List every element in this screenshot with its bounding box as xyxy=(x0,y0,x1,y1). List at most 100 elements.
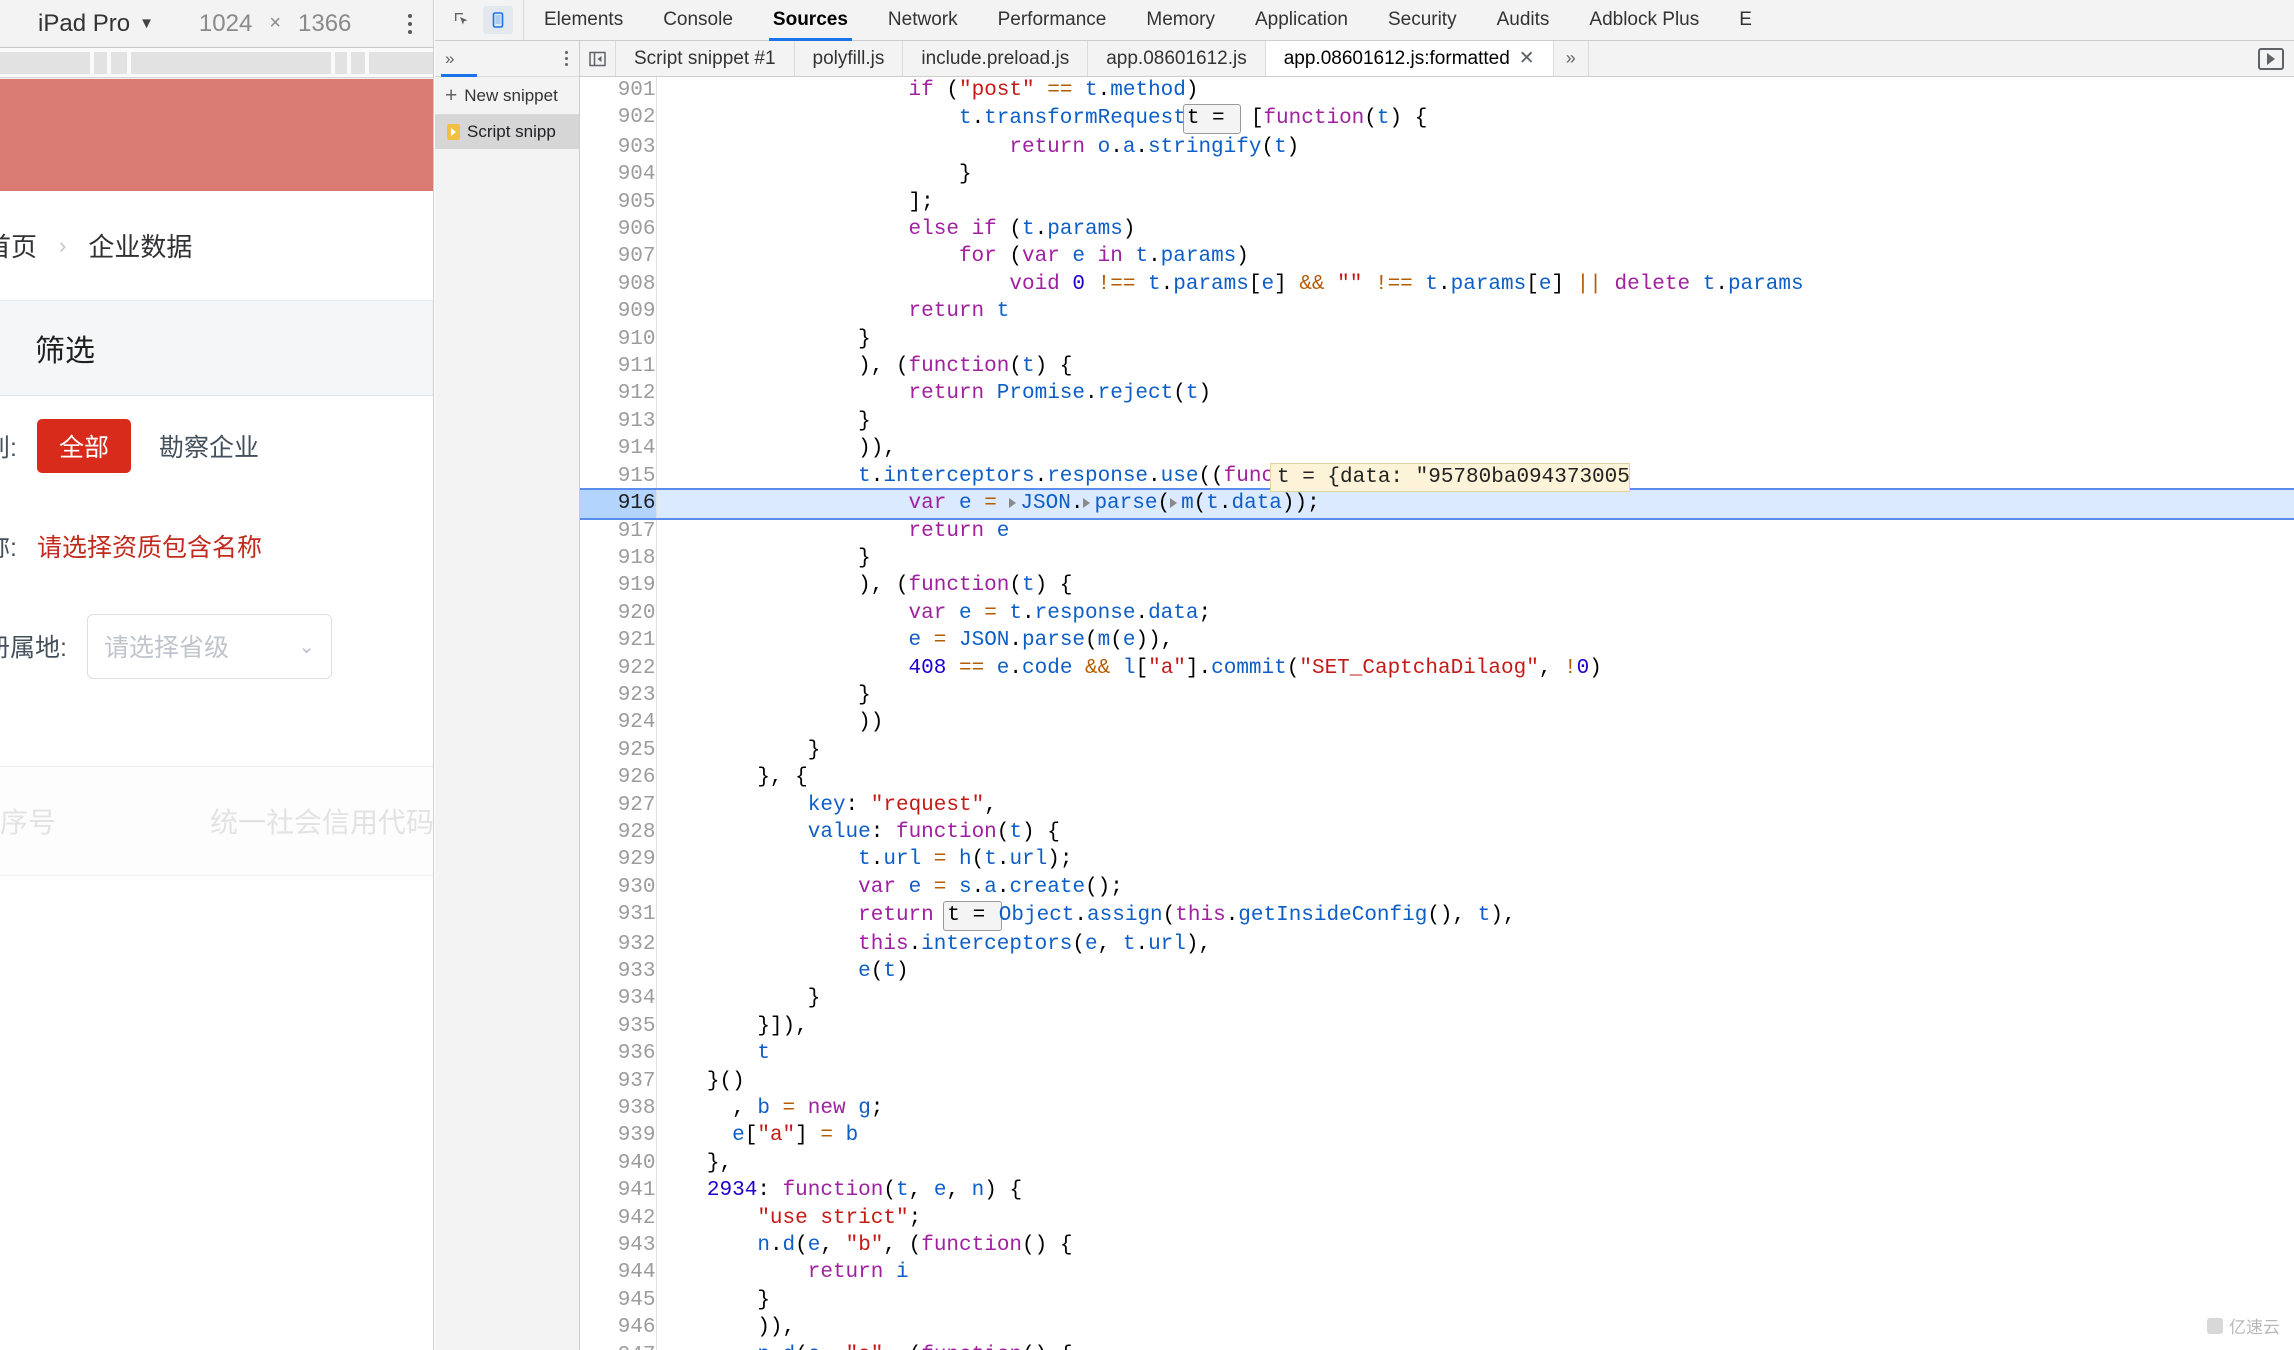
code-line[interactable]: 946 )), xyxy=(580,1314,2294,1342)
code-line[interactable]: 911 ), (function(t) { xyxy=(580,353,2294,381)
line-source[interactable]: )) xyxy=(656,709,2294,736)
code-editor[interactable]: 901 if ("post" == t.method) 902 t.transfo… xyxy=(580,77,2294,1350)
line-source[interactable]: var e = s.a.create(); xyxy=(656,874,2294,901)
code-line[interactable]: 919 ), (function(t) { xyxy=(580,572,2294,600)
line-number[interactable]: 916 xyxy=(580,490,657,518)
line-source[interactable]: var e = JSON. parse(m(t.data)); xyxy=(656,490,2294,518)
code-line[interactable]: 924 )) xyxy=(580,709,2294,737)
code-line[interactable]: 933 e(t) xyxy=(580,958,2294,986)
line-number[interactable]: 934 xyxy=(580,985,657,1013)
line-number[interactable]: 936 xyxy=(580,1040,657,1068)
line-source[interactable]: ), (function(t) { xyxy=(656,353,2294,380)
device-more-options-icon[interactable] xyxy=(404,10,416,38)
expand-object-icon[interactable] xyxy=(1170,497,1178,508)
line-number[interactable]: 915 xyxy=(580,462,657,491)
code-line[interactable]: 939 e["a"] = b xyxy=(580,1122,2294,1150)
breadcrumb-home[interactable]: 首页 xyxy=(0,227,37,264)
line-source[interactable]: } xyxy=(656,682,2294,709)
tab-audits[interactable]: Audits xyxy=(1477,0,1570,40)
code-line[interactable]: 935 }]), xyxy=(580,1012,2294,1041)
line-source[interactable]: n.d(e, "b", (function() { xyxy=(656,1232,2294,1259)
file-tab-polyfill[interactable]: polyfill.js xyxy=(795,41,904,76)
code-line[interactable]: 934 } xyxy=(580,985,2294,1013)
line-number[interactable]: 941 xyxy=(580,1177,657,1205)
code-line[interactable]: 923 } xyxy=(580,681,2294,710)
line-number[interactable]: 937 xyxy=(580,1067,657,1096)
line-number[interactable]: 945 xyxy=(580,1286,657,1315)
line-number[interactable]: 929 xyxy=(580,846,657,874)
code-line[interactable]: 925 } xyxy=(580,736,2294,765)
line-number[interactable]: 908 xyxy=(580,270,657,299)
code-line[interactable]: 945 } xyxy=(580,1286,2294,1315)
code-line[interactable]: 922 408 == e.code && l["a"].commit("SET_… xyxy=(580,654,2294,682)
line-number[interactable]: 918 xyxy=(580,544,657,573)
code-line[interactable]: 944 return i xyxy=(580,1259,2294,1287)
tab-performance[interactable]: Performance xyxy=(978,0,1127,40)
line-number[interactable]: 933 xyxy=(580,958,657,986)
navigator-more-options-icon[interactable] xyxy=(562,48,571,69)
line-number[interactable]: 901 xyxy=(580,77,657,105)
line-number[interactable]: 903 xyxy=(580,133,657,162)
expand-object-icon[interactable] xyxy=(1083,497,1091,508)
line-number[interactable]: 928 xyxy=(580,818,657,847)
code-line[interactable]: 938 , b = new g; xyxy=(580,1095,2294,1123)
line-source[interactable]: return o.a.stringify(t) xyxy=(656,134,2294,161)
code-line[interactable]: 936 t xyxy=(580,1040,2294,1068)
line-source[interactable]: )), xyxy=(656,1314,2294,1341)
line-number[interactable]: 905 xyxy=(580,188,657,217)
line-source[interactable]: }, { xyxy=(656,764,2294,791)
code-line[interactable]: 903 return o.a.stringify(t) xyxy=(580,133,2294,162)
code-line[interactable]: 942 "use strict"; xyxy=(580,1204,2294,1233)
line-number[interactable]: 930 xyxy=(580,873,657,902)
line-source[interactable]: void 0 !== t.params[e] && "" !== t.param… xyxy=(656,271,2294,298)
code-line[interactable]: 929 t.url = h(t.url); xyxy=(580,846,2294,874)
code-line[interactable]: 918 } xyxy=(580,544,2294,573)
code-line[interactable]: 917 return e xyxy=(580,517,2294,545)
code-line[interactable]: 906 else if (t.params) xyxy=(580,216,2294,244)
line-source[interactable]: } xyxy=(656,408,2294,435)
province-select[interactable]: 请选择省级 ⌄ xyxy=(86,613,332,679)
code-line[interactable]: 921 e = JSON.parse(m(e)), xyxy=(580,627,2294,655)
line-number[interactable]: 913 xyxy=(580,407,657,436)
line-number[interactable]: 942 xyxy=(580,1204,657,1233)
line-source[interactable]: e(t) xyxy=(656,958,2294,985)
tab-elements[interactable]: Elements xyxy=(524,0,643,40)
line-source[interactable]: ]; xyxy=(656,189,2294,216)
line-source[interactable]: 2934: function(t, e, n) { xyxy=(656,1177,2294,1204)
code-line[interactable]: 916 var e = JSON. parse(m(t.data)); xyxy=(580,488,2294,520)
line-number[interactable]: 931 xyxy=(580,901,657,931)
line-number[interactable]: 922 xyxy=(580,654,657,682)
emulated-page-viewport[interactable]: 首页 首页 › 企业数据 筛选 资质类别: 全部 勘察企业 xyxy=(0,79,433,1350)
line-number[interactable]: 904 xyxy=(580,161,657,189)
line-number[interactable]: 924 xyxy=(580,709,657,737)
line-number[interactable]: 940 xyxy=(580,1149,657,1178)
line-source[interactable]: )), xyxy=(656,435,2294,462)
code-line[interactable]: 901 if ("post" == t.method) xyxy=(580,77,2294,105)
code-line[interactable]: 930 var e = s.a.create(); xyxy=(580,873,2294,902)
file-tab-app-js[interactable]: app.08601612.js xyxy=(1088,41,1266,76)
tab-console[interactable]: Console xyxy=(643,0,753,40)
resume-script-execution-button[interactable] xyxy=(2248,41,2294,76)
line-source[interactable]: return i xyxy=(656,1259,2294,1286)
line-source[interactable]: key: "request", xyxy=(656,792,2294,819)
line-number[interactable]: 946 xyxy=(580,1314,657,1342)
file-tab-app-js-formatted[interactable]: app.08601612.js:formatted ✕ xyxy=(1265,41,1554,76)
line-source[interactable]: } xyxy=(656,737,2294,764)
line-number[interactable]: 938 xyxy=(580,1095,657,1123)
line-source[interactable]: t.url = h(t.url); xyxy=(656,846,2294,873)
line-number[interactable]: 909 xyxy=(580,298,657,326)
file-tabs-overflow-icon[interactable]: » xyxy=(1554,41,1589,76)
code-line[interactable]: 909 return t xyxy=(580,298,2294,326)
code-line[interactable]: 947 n.d(e, "a", (function() { xyxy=(580,1341,2294,1350)
code-line[interactable]: 926 }, { xyxy=(580,764,2294,792)
line-number[interactable]: 919 xyxy=(580,572,657,600)
line-source[interactable]: } xyxy=(656,545,2294,572)
code-line[interactable]: 912 return Promise.reject(t) xyxy=(580,380,2294,408)
line-source[interactable]: }, xyxy=(656,1150,2294,1177)
line-source[interactable]: return t = Object.assign(this.getInsideC… xyxy=(656,901,2294,931)
code-line[interactable]: 904 } xyxy=(580,161,2294,189)
line-number[interactable]: 907 xyxy=(580,243,657,271)
expand-object-icon[interactable] xyxy=(1009,497,1017,508)
line-source[interactable]: return t xyxy=(656,298,2294,325)
device-width-input[interactable]: 1024 xyxy=(199,10,252,38)
